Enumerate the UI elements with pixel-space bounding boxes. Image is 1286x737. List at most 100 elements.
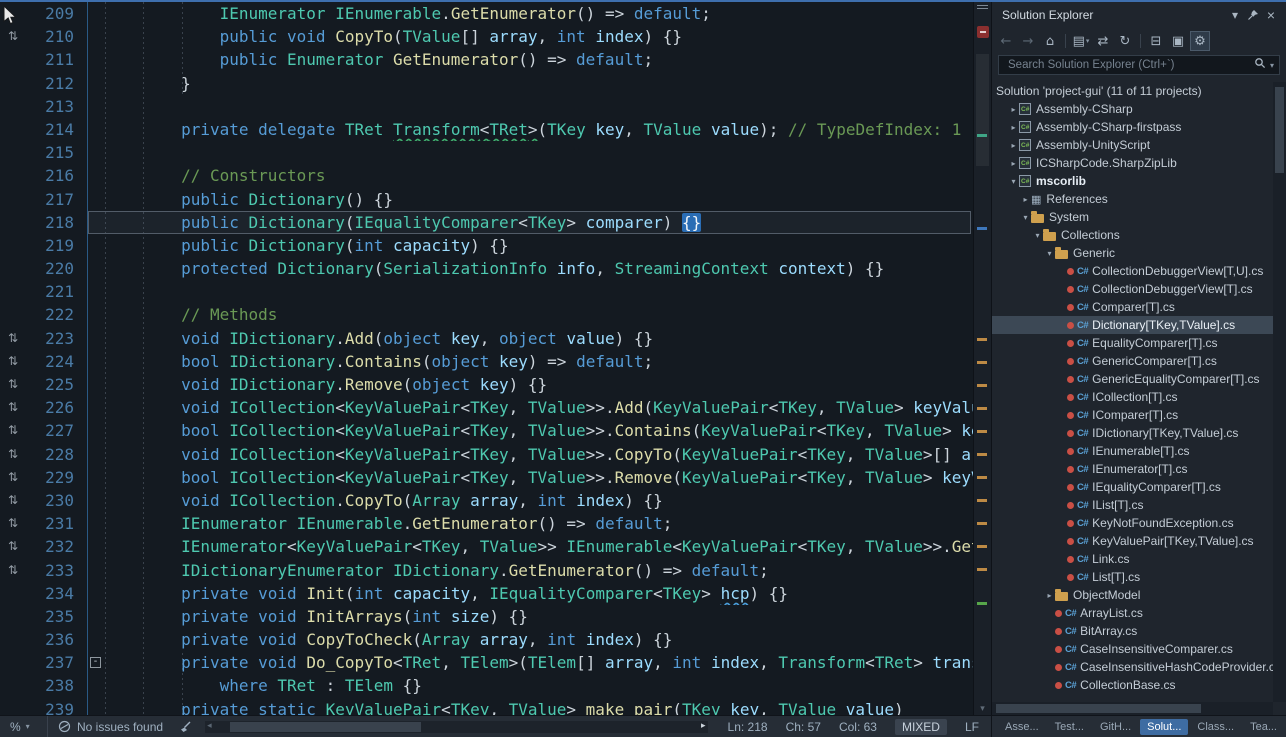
gutter-cell[interactable] — [0, 280, 26, 303]
line-number[interactable]: 209 — [26, 2, 74, 25]
outline-margin[interactable] — [88, 559, 104, 582]
tool-tab-test[interactable]: Test... — [1048, 719, 1091, 735]
tree-item-icollection-t-cs[interactable]: C#ICollection[T].cs — [992, 388, 1273, 406]
gutter-cell[interactable] — [0, 141, 26, 164]
gutter-cell[interactable] — [0, 605, 26, 628]
tree-item-ilist-t-cs[interactable]: C#IList[T].cs — [992, 496, 1273, 514]
show-all-files-icon[interactable]: ▣ — [1168, 31, 1188, 51]
line-ending-indicator[interactable]: LF — [965, 720, 979, 734]
line-number[interactable]: 220 — [26, 257, 74, 280]
tree-item-assembly-csharp[interactable]: ▸Assembly-CSharp — [992, 100, 1273, 118]
line-number[interactable]: 225 — [26, 373, 74, 396]
editor-horizontal-scrollbar[interactable]: ◂ ▸ — [205, 721, 707, 733]
split-editor-handle-icon[interactable] — [977, 5, 988, 10]
outline-margin[interactable] — [88, 188, 104, 211]
scroll-left-arrow-icon[interactable]: ◂ — [207, 720, 212, 731]
gutter-cell[interactable] — [0, 95, 26, 118]
window-position-icon[interactable]: ▾ — [1226, 6, 1244, 24]
tree-item-objectmodel[interactable]: ▸ObjectModel — [992, 586, 1273, 604]
vertical-scrollbar-thumb[interactable] — [976, 54, 989, 166]
tree-item-iequalitycomparer-t-cs[interactable]: C#IEqualityComparer[T].cs — [992, 478, 1273, 496]
tree-item-ienumerable-t-cs[interactable]: C#IEnumerable[T].cs — [992, 442, 1273, 460]
search-icon[interactable] — [1254, 56, 1266, 74]
code-line-229[interactable]: ⇅229 bool ICollection<KeyValuePair<TKey,… — [0, 466, 973, 489]
expand-arrow-icon[interactable]: ▸ — [1044, 591, 1055, 600]
line-number[interactable]: 218 — [26, 211, 74, 234]
panel-horizontal-scrollbar-thumb[interactable] — [996, 704, 1201, 713]
outline-margin[interactable] — [88, 257, 104, 280]
line-number[interactable]: 226 — [26, 396, 74, 419]
code-line-236[interactable]: 236 private void CopyToCheck(Array array… — [0, 628, 973, 651]
document-health-indicator[interactable]: No issues found — [48, 720, 173, 734]
code-line-234[interactable]: 234 private void Init(int capacity, IEqu… — [0, 582, 973, 605]
tree-item-list-t-cs[interactable]: C#List[T].cs — [992, 568, 1273, 586]
gutter-cell[interactable] — [0, 303, 26, 326]
document-health-badge-icon[interactable] — [977, 26, 989, 38]
horizontal-scrollbar-thumb[interactable] — [230, 722, 421, 732]
reference-arrows-icon[interactable]: ⇅ — [0, 419, 26, 442]
line-number[interactable]: 235 — [26, 605, 74, 628]
gutter-cell[interactable] — [0, 234, 26, 257]
code-line-215[interactable]: 215 — [0, 141, 973, 164]
code-line-222[interactable]: 222 // Methods — [0, 303, 973, 326]
tool-tab-class[interactable]: Class... — [1190, 719, 1241, 735]
code-line-212[interactable]: 212 } — [0, 72, 973, 95]
tree-item-genericequalitycomparer-t-cs[interactable]: C#GenericEqualityComparer[T].cs — [992, 370, 1273, 388]
panel-vertical-scrollbar[interactable] — [1273, 82, 1286, 702]
line-number[interactable]: 228 — [26, 443, 74, 466]
outline-margin[interactable] — [88, 489, 104, 512]
tree-item-keynotfoundexception-cs[interactable]: C#KeyNotFoundException.cs — [992, 514, 1273, 532]
outline-margin[interactable] — [88, 211, 104, 234]
outline-margin[interactable] — [88, 164, 104, 187]
expand-arrow-icon[interactable]: ▸ — [1008, 159, 1019, 168]
tree-item-collectiondebuggerview-t-u-cs[interactable]: C#CollectionDebuggerView[T,U].cs — [992, 262, 1273, 280]
tree-item-idictionary-tkey-tvalue-cs[interactable]: C#IDictionary[TKey,TValue].cs — [992, 424, 1273, 442]
refresh-icon[interactable]: ↻ — [1115, 31, 1135, 51]
outline-margin[interactable] — [88, 141, 104, 164]
tree-item-caseinsensitivecomparer-cs[interactable]: C#CaseInsensitiveComparer.cs — [992, 640, 1273, 658]
tool-tab-tea[interactable]: Tea... — [1243, 719, 1284, 735]
tree-item-keyvaluepair-tkey-tvalue-cs[interactable]: C#KeyValuePair[TKey,TValue].cs — [992, 532, 1273, 550]
code-line-211[interactable]: 211 public Enumerator GetEnumerator() =>… — [0, 48, 973, 71]
outline-margin[interactable] — [88, 280, 104, 303]
code-line-238[interactable]: 238 where TRet : TElem {} — [0, 674, 973, 697]
line-number[interactable]: 221 — [26, 280, 74, 303]
code-line-217[interactable]: 217 public Dictionary() {} — [0, 188, 973, 211]
code-line-225[interactable]: ⇅225 void IDictionary.Remove(object key)… — [0, 373, 973, 396]
collapse-all-icon[interactable]: ⊟ — [1146, 31, 1166, 51]
character-indicator[interactable]: Ch: 57 — [786, 720, 821, 734]
line-number[interactable]: 222 — [26, 303, 74, 326]
gutter-cell[interactable] — [0, 698, 26, 715]
tool-tab-solut[interactable]: Solut... — [1140, 719, 1188, 735]
tree-item-arraylist-cs[interactable]: C#ArrayList.cs — [992, 604, 1273, 622]
expand-arrow-icon[interactable]: ▸ — [1008, 123, 1019, 132]
outline-margin[interactable] — [88, 373, 104, 396]
outline-margin[interactable] — [88, 605, 104, 628]
gutter-cell[interactable] — [0, 48, 26, 71]
line-number[interactable]: 238 — [26, 674, 74, 697]
code-line-226[interactable]: ⇅226 void ICollection<KeyValuePair<TKey,… — [0, 396, 973, 419]
line-number[interactable]: 211 — [26, 48, 74, 71]
expand-arrow-icon[interactable]: ▾ — [1008, 177, 1019, 186]
reference-arrows-icon[interactable]: ⇅ — [0, 466, 26, 489]
expand-arrow-icon[interactable]: ▸ — [1008, 105, 1019, 114]
gutter-cell[interactable] — [0, 72, 26, 95]
outline-margin[interactable] — [88, 25, 104, 48]
search-input[interactable] — [1006, 58, 1250, 72]
line-number[interactable]: 229 — [26, 466, 74, 489]
code-line-219[interactable]: 219 public Dictionary(int capacity) {} — [0, 234, 973, 257]
outline-margin[interactable] — [88, 2, 104, 25]
code-editor[interactable]: 209 IEnumerator IEnumerable.GetEnumerato… — [0, 2, 973, 715]
tree-item-collectiondebuggerview-t-cs[interactable]: C#CollectionDebuggerView[T].cs — [992, 280, 1273, 298]
panel-horizontal-scrollbar[interactable] — [992, 702, 1273, 715]
tree-item-assembly-csharp-firstpass[interactable]: ▸Assembly-CSharp-firstpass — [992, 118, 1273, 136]
gutter-cell[interactable] — [0, 628, 26, 651]
line-number[interactable]: 214 — [26, 118, 74, 141]
line-indicator[interactable]: Ln: 218 — [728, 720, 768, 734]
tree-item-assembly-unityscript[interactable]: ▸Assembly-UnityScript — [992, 136, 1273, 154]
gutter-cell[interactable] — [0, 582, 26, 605]
tree-item-ienumerator-t-cs[interactable]: C#IEnumerator[T].cs — [992, 460, 1273, 478]
expand-arrow-icon[interactable]: ▸ — [1008, 141, 1019, 150]
tree-item-comparer-t-cs[interactable]: C#Comparer[T].cs — [992, 298, 1273, 316]
line-number[interactable]: 237 — [26, 651, 74, 674]
